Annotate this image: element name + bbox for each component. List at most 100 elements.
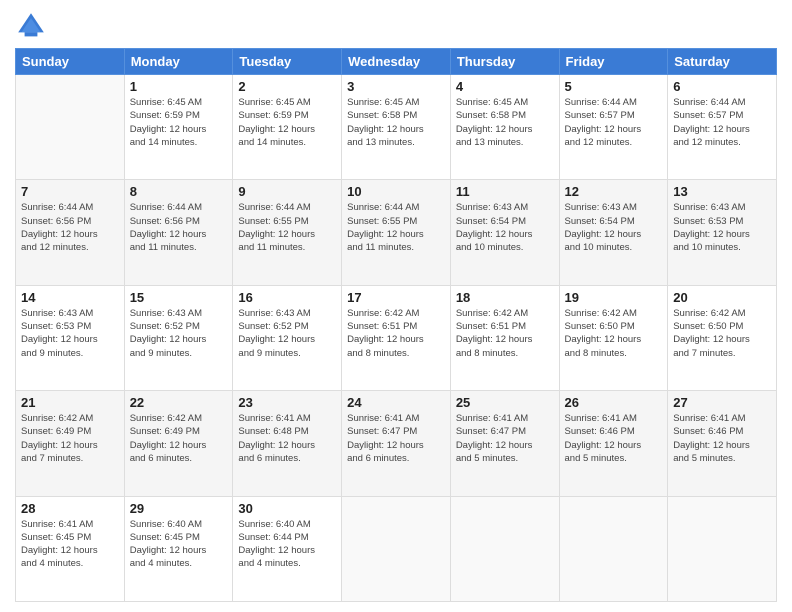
weekday-header: Friday bbox=[559, 49, 668, 75]
calendar-cell: 2Sunrise: 6:45 AM Sunset: 6:59 PM Daylig… bbox=[233, 75, 342, 180]
calendar-week-row: 14 Sunrise: 6:43 AM Sunset: 6:53 PM Dayli… bbox=[16, 285, 777, 390]
calendar-cell: 21Sunrise: 6:42 AM Sunset: 6:49 PM Dayli… bbox=[16, 391, 125, 496]
day-number: 17 bbox=[347, 290, 445, 305]
day-number: 10 bbox=[347, 184, 445, 199]
weekday-header: Monday bbox=[124, 49, 233, 75]
day-number: 27 bbox=[673, 395, 771, 410]
calendar-cell: 17 Sunrise: 6:42 AM Sunset: 6:51 PM Dayli… bbox=[342, 285, 451, 390]
calendar-cell: 22 Sunrise: 6:42 AM Sunset: 6:49 PM Dayli… bbox=[124, 391, 233, 496]
calendar-header-row: SundayMondayTuesdayWednesdayThursdayFrid… bbox=[16, 49, 777, 75]
calendar-cell bbox=[16, 75, 125, 180]
day-number: 1 bbox=[130, 79, 228, 94]
weekday-header: Wednesday bbox=[342, 49, 451, 75]
day-info: Sunrise: 6:45 AM Sunset: 6:58 PM Dayligh… bbox=[456, 96, 554, 149]
day-info: Sunrise: 6:43 AM Sunset: 6:54 PM Dayligh… bbox=[565, 201, 663, 254]
day-info: Sunrise: 6:42 AM Sunset: 6:51 PM Dayligh… bbox=[456, 307, 554, 360]
calendar-cell: 6 Sunrise: 6:44 AM Sunset: 6:57 PM Daylig… bbox=[668, 75, 777, 180]
day-number: 26 bbox=[565, 395, 663, 410]
calendar-cell: 5 Sunrise: 6:44 AM Sunset: 6:57 PM Daylig… bbox=[559, 75, 668, 180]
calendar-cell: 7Sunrise: 6:44 AM Sunset: 6:56 PM Daylig… bbox=[16, 180, 125, 285]
calendar-cell: 8 Sunrise: 6:44 AM Sunset: 6:56 PM Daylig… bbox=[124, 180, 233, 285]
calendar-cell: 18 Sunrise: 6:42 AM Sunset: 6:51 PM Dayli… bbox=[450, 285, 559, 390]
day-number: 8 bbox=[130, 184, 228, 199]
calendar-cell: 16 Sunrise: 6:43 AM Sunset: 6:52 PM Dayli… bbox=[233, 285, 342, 390]
header bbox=[15, 10, 777, 42]
calendar-cell: 28 Sunrise: 6:41 AM Sunset: 6:45 PM Dayli… bbox=[16, 496, 125, 601]
day-info: Sunrise: 6:43 AM Sunset: 6:54 PM Dayligh… bbox=[456, 201, 554, 254]
day-number: 11 bbox=[456, 184, 554, 199]
day-info: Sunrise: 6:41 AM Sunset: 6:48 PM Dayligh… bbox=[238, 412, 336, 465]
calendar-week-row: 21Sunrise: 6:42 AM Sunset: 6:49 PM Dayli… bbox=[16, 391, 777, 496]
day-number: 16 bbox=[238, 290, 336, 305]
calendar-cell: 1 Sunrise: 6:45 AM Sunset: 6:59 PM Daylig… bbox=[124, 75, 233, 180]
calendar-week-row: 1 Sunrise: 6:45 AM Sunset: 6:59 PM Daylig… bbox=[16, 75, 777, 180]
calendar-cell: 14 Sunrise: 6:43 AM Sunset: 6:53 PM Dayli… bbox=[16, 285, 125, 390]
day-number: 6 bbox=[673, 79, 771, 94]
day-info: Sunrise: 6:42 AM Sunset: 6:50 PM Dayligh… bbox=[565, 307, 663, 360]
day-info: Sunrise: 6:44 AM Sunset: 6:55 PM Dayligh… bbox=[238, 201, 336, 254]
calendar-cell: 15 Sunrise: 6:43 AM Sunset: 6:52 PM Dayli… bbox=[124, 285, 233, 390]
day-info: Sunrise: 6:43 AM Sunset: 6:53 PM Dayligh… bbox=[21, 307, 119, 360]
day-number: 9 bbox=[238, 184, 336, 199]
weekday-header: Sunday bbox=[16, 49, 125, 75]
day-number: 20 bbox=[673, 290, 771, 305]
day-number: 18 bbox=[456, 290, 554, 305]
day-info: Sunrise: 6:42 AM Sunset: 6:50 PM Dayligh… bbox=[673, 307, 771, 360]
day-number: 4 bbox=[456, 79, 554, 94]
calendar-cell: 3 Sunrise: 6:45 AM Sunset: 6:58 PM Daylig… bbox=[342, 75, 451, 180]
day-info: Sunrise: 6:44 AM Sunset: 6:57 PM Dayligh… bbox=[565, 96, 663, 149]
day-number: 5 bbox=[565, 79, 663, 94]
calendar-cell bbox=[559, 496, 668, 601]
calendar-cell bbox=[668, 496, 777, 601]
day-info: Sunrise: 6:41 AM Sunset: 6:45 PM Dayligh… bbox=[21, 518, 119, 571]
day-info: Sunrise: 6:40 AM Sunset: 6:45 PM Dayligh… bbox=[130, 518, 228, 571]
day-info: Sunrise: 6:45 AM Sunset: 6:58 PM Dayligh… bbox=[347, 96, 445, 149]
day-info: Sunrise: 6:43 AM Sunset: 6:52 PM Dayligh… bbox=[130, 307, 228, 360]
calendar-cell: 23 Sunrise: 6:41 AM Sunset: 6:48 PM Dayli… bbox=[233, 391, 342, 496]
calendar-cell: 19 Sunrise: 6:42 AM Sunset: 6:50 PM Dayli… bbox=[559, 285, 668, 390]
day-number: 15 bbox=[130, 290, 228, 305]
day-info: Sunrise: 6:41 AM Sunset: 6:46 PM Dayligh… bbox=[673, 412, 771, 465]
day-number: 28 bbox=[21, 501, 119, 516]
day-number: 7 bbox=[21, 184, 119, 199]
calendar-cell: 20 Sunrise: 6:42 AM Sunset: 6:50 PM Dayli… bbox=[668, 285, 777, 390]
day-info: Sunrise: 6:43 AM Sunset: 6:52 PM Dayligh… bbox=[238, 307, 336, 360]
day-number: 22 bbox=[130, 395, 228, 410]
calendar-cell: 13 Sunrise: 6:43 AM Sunset: 6:53 PM Dayli… bbox=[668, 180, 777, 285]
day-number: 14 bbox=[21, 290, 119, 305]
weekday-header: Tuesday bbox=[233, 49, 342, 75]
day-info: Sunrise: 6:45 AM Sunset: 6:59 PM Dayligh… bbox=[130, 96, 228, 149]
calendar-cell: 30Sunrise: 6:40 AM Sunset: 6:44 PM Dayli… bbox=[233, 496, 342, 601]
day-info: Sunrise: 6:42 AM Sunset: 6:51 PM Dayligh… bbox=[347, 307, 445, 360]
calendar-cell: 11 Sunrise: 6:43 AM Sunset: 6:54 PM Dayli… bbox=[450, 180, 559, 285]
calendar-cell bbox=[450, 496, 559, 601]
day-number: 19 bbox=[565, 290, 663, 305]
day-number: 30 bbox=[238, 501, 336, 516]
calendar-cell: 26 Sunrise: 6:41 AM Sunset: 6:46 PM Dayli… bbox=[559, 391, 668, 496]
weekday-header: Thursday bbox=[450, 49, 559, 75]
logo bbox=[15, 10, 51, 42]
calendar-cell: 29Sunrise: 6:40 AM Sunset: 6:45 PM Dayli… bbox=[124, 496, 233, 601]
day-number: 23 bbox=[238, 395, 336, 410]
day-number: 24 bbox=[347, 395, 445, 410]
day-number: 25 bbox=[456, 395, 554, 410]
day-info: Sunrise: 6:42 AM Sunset: 6:49 PM Dayligh… bbox=[130, 412, 228, 465]
weekday-header: Saturday bbox=[668, 49, 777, 75]
calendar-cell: 4 Sunrise: 6:45 AM Sunset: 6:58 PM Daylig… bbox=[450, 75, 559, 180]
day-info: Sunrise: 6:41 AM Sunset: 6:46 PM Dayligh… bbox=[565, 412, 663, 465]
calendar-cell bbox=[342, 496, 451, 601]
day-info: Sunrise: 6:45 AM Sunset: 6:59 PM Dayligh… bbox=[238, 96, 336, 149]
day-number: 13 bbox=[673, 184, 771, 199]
logo-icon bbox=[15, 10, 47, 42]
calendar-cell: 12 Sunrise: 6:43 AM Sunset: 6:54 PM Dayli… bbox=[559, 180, 668, 285]
day-info: Sunrise: 6:44 AM Sunset: 6:57 PM Dayligh… bbox=[673, 96, 771, 149]
day-number: 3 bbox=[347, 79, 445, 94]
calendar-cell: 24Sunrise: 6:41 AM Sunset: 6:47 PM Dayli… bbox=[342, 391, 451, 496]
day-info: Sunrise: 6:44 AM Sunset: 6:55 PM Dayligh… bbox=[347, 201, 445, 254]
page: SundayMondayTuesdayWednesdayThursdayFrid… bbox=[0, 0, 792, 612]
day-info: Sunrise: 6:43 AM Sunset: 6:53 PM Dayligh… bbox=[673, 201, 771, 254]
day-number: 12 bbox=[565, 184, 663, 199]
calendar-week-row: 7 Sunrise: 6:44 AM Sunset: 6:56 PM Daylig… bbox=[16, 180, 777, 285]
calendar-cell: 27 Sunrise: 6:41 AM Sunset: 6:46 PM Dayli… bbox=[668, 391, 777, 496]
day-info: Sunrise: 6:44 AM Sunset: 6:56 PM Dayligh… bbox=[130, 201, 228, 254]
